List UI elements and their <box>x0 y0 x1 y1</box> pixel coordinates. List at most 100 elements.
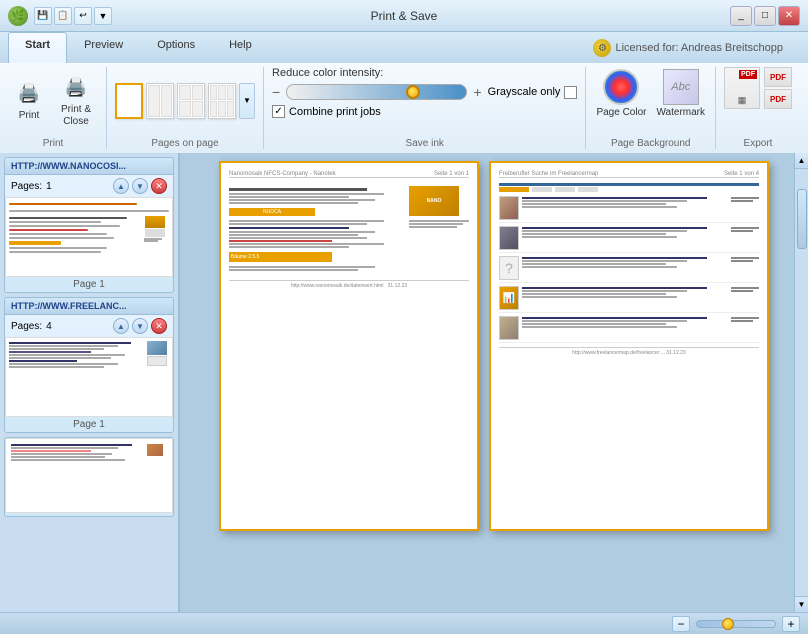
status-bar: − + <box>0 612 808 634</box>
watermark-button[interactable]: Abc Watermark <box>654 67 707 121</box>
sidebar-up-btn-1[interactable]: ▲ <box>113 318 129 334</box>
minimize-button[interactable]: _ <box>730 6 752 26</box>
page-thumbs-row: ▼ <box>115 83 255 119</box>
six-page-button[interactable] <box>208 83 236 119</box>
open-icon[interactable]: 📋 <box>54 7 72 25</box>
export-pdf-small-2[interactable]: PDF <box>764 89 792 109</box>
print-group-label: Print <box>43 136 64 149</box>
combine-row: ✓ Combine print jobs <box>272 105 577 118</box>
color-intensity-slider[interactable] <box>286 84 467 100</box>
print-close-label: Print &Close <box>61 104 91 128</box>
content-wrapper: Nanomosaik NFCS-Company - Nanotek Seite … <box>180 153 808 612</box>
export-pdf-small-1[interactable]: PDF <box>764 67 792 87</box>
sidebar-down-btn-0[interactable]: ▼ <box>132 178 148 194</box>
slider-minus[interactable]: − <box>272 84 280 100</box>
sidebar-down-btn-1[interactable]: ▼ <box>132 318 148 334</box>
export-small-buttons: PDF PDF <box>764 67 792 109</box>
ribbon-tabs: Start Preview Options Help ⚙ Licensed fo… <box>0 32 808 63</box>
export-buttons: PDF ▦ PDF PDF <box>724 67 792 109</box>
title-bar-left: 💾 📋 ↩ ▼ <box>8 6 112 26</box>
content-area: Nanomosaik NFCS-Company - Nanotek Seite … <box>180 153 808 612</box>
watermark-label: Watermark <box>656 107 705 119</box>
sidebar-delete-btn-1[interactable]: ✕ <box>151 318 167 334</box>
slider-plus[interactable]: + <box>473 84 481 100</box>
main-area: HTTP://WWW.NANOCOSI... Pages: 1 ▲ ▼ ✕ <box>0 153 808 612</box>
sidebar-item-0-header: HTTP://WWW.NANOCOSI... <box>5 158 173 175</box>
reduce-color-label: Reduce color intensity: <box>272 67 383 79</box>
print-button[interactable]: 🖨️ Print <box>8 76 50 126</box>
preview-page-2: Freiberufler Suche im Freelancermap Seit… <box>489 161 769 531</box>
save-ink-controls: Reduce color intensity: − + Grayscale on… <box>272 67 577 118</box>
close-button[interactable]: ✕ <box>778 6 800 26</box>
right-logo: NANO <box>409 186 469 272</box>
zoom-minus-button[interactable]: − <box>672 616 690 632</box>
page-background-label: Page Background <box>611 136 691 149</box>
left-col: NUOCA Bäume 2.5.5 <box>229 186 401 272</box>
vertical-scrollbar[interactable]: ▲ ▼ <box>794 153 808 612</box>
sidebar-item-1-info: Pages: 4 ▲ ▼ ✕ <box>5 315 173 337</box>
sidebar-item-0-info: Pages: 1 ▲ ▼ ✕ <box>5 175 173 197</box>
save-ink-label: Save ink <box>406 136 444 149</box>
page-color-button[interactable]: Page Color <box>594 67 648 121</box>
zoom-slider[interactable] <box>696 620 776 628</box>
zoom-indicator <box>722 618 734 630</box>
pages-on-page-group: ▼ Pages on page <box>115 67 264 149</box>
undo-icon[interactable]: ↩ <box>74 7 92 25</box>
license-icon: ⚙ <box>593 39 611 57</box>
sidebar-pages-label-1: Pages: <box>11 321 42 332</box>
dropdown-icon[interactable]: ▼ <box>94 7 112 25</box>
pdf-icon: PDF ▦ <box>724 67 760 109</box>
sidebar-item-0-url: HTTP://WWW.NANOCOSI... <box>11 161 167 171</box>
preview-page-1: Nanomosaik NFCS-Company - Nanotek Seite … <box>219 161 479 531</box>
page-layout-buttons: ▼ <box>115 67 255 134</box>
page-content-1: NUOCA Bäume 2.5.5 <box>229 182 469 276</box>
tab-options[interactable]: Options <box>140 32 212 63</box>
pages-on-page-label: Pages on page <box>151 136 218 149</box>
combine-label: Combine print jobs <box>289 106 381 118</box>
print-group: 🖨️ Print 🖨️ Print &Close Print <box>8 67 107 149</box>
save-ink-group: Reduce color intensity: − + Grayscale on… <box>272 67 586 149</box>
tab-start[interactable]: Start <box>8 32 67 63</box>
zoom-plus-button[interactable]: + <box>782 616 800 632</box>
sidebar-item-1-url: HTTP://WWW.FREELANC... <box>11 301 167 311</box>
one-page-button[interactable] <box>115 83 143 119</box>
sidebar-delete-btn-0[interactable]: ✕ <box>151 178 167 194</box>
sidebar-pages-count-0: 1 <box>46 181 52 192</box>
sidebar-thumbnail-0 <box>5 197 173 277</box>
print-buttons: 🖨️ Print 🖨️ Print &Close <box>8 67 98 134</box>
page-color-icon <box>603 69 639 105</box>
sidebar-pages-label-0: Pages: <box>11 181 42 192</box>
freelancer-content: ? <box>499 182 759 343</box>
title-bar: 💾 📋 ↩ ▼ Print & Save _ □ ✕ <box>0 0 808 32</box>
pages-dropdown-arrow[interactable]: ▼ <box>239 83 255 119</box>
tab-help[interactable]: Help <box>212 32 269 63</box>
quick-access-toolbar: 💾 📋 ↩ ▼ <box>34 7 112 25</box>
print-close-icon: 🖨️ <box>62 74 90 102</box>
tab-preview[interactable]: Preview <box>67 32 140 63</box>
sidebar-thumbnail-1 <box>5 337 173 417</box>
save-icon[interactable]: 💾 <box>34 7 52 25</box>
sidebar: HTTP://WWW.NANOCOSI... Pages: 1 ▲ ▼ ✕ <box>0 153 180 612</box>
freelancer-list: ? <box>499 196 759 343</box>
grayscale-checkbox[interactable] <box>564 86 577 99</box>
scroll-down-btn[interactable]: ▼ <box>795 596 808 612</box>
two-page-button[interactable] <box>146 83 174 119</box>
printer-icon: 🖨️ <box>15 80 43 108</box>
sidebar-up-btn-0[interactable]: ▲ <box>113 178 129 194</box>
sidebar-item-0: HTTP://WWW.NANOCOSI... Pages: 1 ▲ ▼ ✕ <box>4 157 174 293</box>
page-bg-buttons: Page Color Abc Watermark <box>594 67 707 121</box>
page-background-group: Page Color Abc Watermark Page Background <box>594 67 716 149</box>
sidebar-thumbnail-extra <box>5 438 173 513</box>
page-header-2: Freiberufler Suche im Freelancermap Seit… <box>499 171 759 178</box>
scroll-thumb[interactable] <box>797 189 807 249</box>
page-header-1: Nanomosaik NFCS-Company - Nanotek Seite … <box>229 171 469 178</box>
combine-checkbox[interactable]: ✓ <box>272 105 285 118</box>
page-content-2: ? <box>499 182 759 343</box>
sidebar-item-1: HTTP://WWW.FREELANC... Pages: 4 ▲ ▼ ✕ <box>4 297 174 433</box>
scroll-up-btn[interactable]: ▲ <box>795 153 808 169</box>
export-pdf-button[interactable]: PDF ▦ <box>724 67 760 109</box>
four-page-button[interactable] <box>177 83 205 119</box>
window-title: Print & Save <box>371 9 438 23</box>
maximize-button[interactable]: □ <box>754 6 776 26</box>
print-close-button[interactable]: 🖨️ Print &Close <box>54 70 98 132</box>
